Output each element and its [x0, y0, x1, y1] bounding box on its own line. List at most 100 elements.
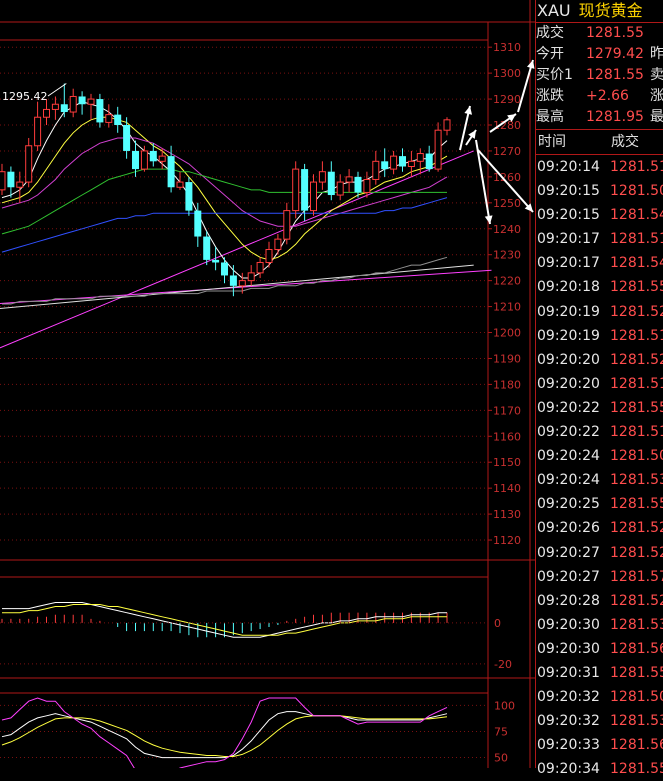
moving-average-line [1, 197, 448, 253]
quote-value: 1281.95 [586, 109, 644, 125]
high-marker-line [47, 83, 67, 97]
candle-body [16, 181, 24, 188]
tick-row: 09:20:15 1281.50 [536, 179, 663, 203]
candle-body [336, 181, 344, 196]
tick-row: 09:20:24 1281.50 [536, 444, 663, 468]
tick-price: 1281.54 [610, 207, 663, 224]
tick-list[interactable]: 09:20:14 1281.51 09:20:15 1281.50 09:20:15 12… [536, 155, 663, 781]
kdj-tick-label: 100 [494, 699, 515, 712]
tick-row: 09:20:30 1281.56 [536, 637, 663, 661]
tick-time: 09:20:17 [537, 231, 600, 248]
tick-row: 09:20:17 1281.54 [536, 251, 663, 275]
tick-row: 09:20:22 1281.51 [536, 420, 663, 444]
tick-row: 09:20:32 1281.53 [536, 709, 663, 733]
candle-body [327, 171, 335, 196]
candle-body [390, 155, 398, 170]
tick-price: 1281.55 [610, 664, 663, 681]
candle-body [25, 145, 33, 183]
candle-body [407, 160, 415, 168]
candle-body [256, 261, 264, 274]
tick-time: 09:20:22 [537, 424, 600, 441]
quote-row: 最高 1281.95 最低 [536, 107, 663, 128]
candle-body [381, 161, 389, 170]
quote-extra-label: 涨幅 [650, 88, 663, 104]
candle-body [318, 171, 326, 183]
tick-time: 09:20:33 [537, 737, 600, 754]
quote-extra-label: 卖价1 [650, 67, 663, 83]
tick-time: 09:20:18 [537, 279, 600, 296]
price-tick-label: 1300 [493, 67, 521, 80]
candle-body [425, 153, 433, 170]
candle-body [87, 98, 95, 105]
tick-price: 1281.53 [610, 713, 663, 730]
tick-row: 09:20:31 1281.55 [536, 661, 663, 685]
candle-body [229, 275, 237, 286]
candle-body [149, 150, 157, 162]
quote-label: 涨跌 [536, 88, 564, 104]
kdj-tick-label: 75 [494, 725, 508, 738]
price-tick-label: 1160 [493, 430, 521, 443]
tick-row: 09:20:24 1281.53 [536, 468, 663, 492]
quote-panel: XAU 现货黄金 成交 1281.55 今开 1279.42 昨收买价1 1281.55 卖价… [535, 0, 663, 777]
tick-time: 09:20:22 [537, 399, 600, 416]
quote-value: +2.66 [586, 88, 629, 104]
tick-time: 09:20:30 [537, 640, 600, 657]
tick-row: 09:20:14 1281.51 [536, 155, 663, 179]
tick-time: 09:20:14 [537, 159, 600, 175]
tick-time: 09:20:15 [537, 207, 600, 224]
tick-row: 09:20:20 1281.52 [536, 348, 663, 372]
tick-time: 09:20:32 [537, 713, 600, 730]
tick-price: 1281.52 [610, 592, 663, 609]
tick-row: 09:20:30 1281.53 [536, 613, 663, 637]
candle-body [274, 238, 282, 251]
tick-time: 09:20:24 [537, 472, 600, 489]
tick-price: 1281.54 [610, 255, 663, 272]
tick-price: 1281.50 [610, 689, 663, 706]
price-tick-label: 1210 [493, 301, 521, 314]
candle-body [310, 181, 317, 212]
tick-row: 09:20:32 1281.50 [536, 685, 663, 709]
candle-body [238, 280, 246, 287]
tick-row: 09:20:25 1281.55 [536, 492, 663, 516]
candle-body [60, 104, 68, 113]
candle-body [114, 114, 122, 126]
quote-label: 成交 [536, 25, 564, 41]
tick-price: 1281.55 [610, 761, 663, 778]
price-tick-label: 1140 [493, 482, 521, 495]
tick-time: 09:20:30 [537, 616, 600, 633]
moving-average-line [1, 116, 448, 261]
tick-row: 09:20:22 1281.55 [536, 396, 663, 420]
tick-row: 09:20:28 1281.52 [536, 589, 663, 613]
tick-row: 09:20:19 1281.52 [536, 300, 663, 324]
tick-header-time: 时间 [538, 134, 566, 150]
candle-body [167, 156, 175, 188]
tick-header-price: 成交 [611, 134, 639, 150]
trendline [0, 264, 474, 310]
quote-value: 1279.42 [586, 46, 644, 62]
tick-row: 09:20:17 1281.51 [536, 227, 663, 251]
quote-label: 最高 [536, 109, 564, 125]
candle-body [372, 160, 380, 180]
candlestick-chart[interactable]: 1310130012901280127012601250124012301220… [0, 0, 535, 768]
candle-body [443, 119, 451, 131]
tick-time: 09:20:27 [537, 544, 600, 561]
quote-row: 涨跌 +2.66 涨幅 [536, 86, 663, 107]
candle-body [194, 210, 202, 237]
price-tick-label: 1240 [493, 223, 521, 236]
arrow-head [464, 106, 473, 115]
tick-price: 1281.56 [610, 737, 663, 754]
quote-row: 今开 1279.42 昨收 [536, 44, 663, 65]
candle-body [96, 99, 104, 123]
arrow-head [484, 215, 493, 224]
candle-body [283, 210, 291, 240]
tick-row: 09:20:27 1281.52 [536, 541, 663, 565]
price-tick-label: 1250 [493, 197, 521, 210]
price-tick-label: 1310 [493, 41, 521, 54]
candle-body [140, 150, 148, 170]
kdj-tick-label: 50 [494, 752, 508, 765]
candle-body [265, 249, 273, 263]
macd-tick-label: -20 [494, 658, 512, 671]
quote-label: 买价1 [536, 67, 573, 83]
tick-price: 1281.52 [610, 544, 663, 561]
tick-price: 1281.53 [610, 472, 663, 489]
